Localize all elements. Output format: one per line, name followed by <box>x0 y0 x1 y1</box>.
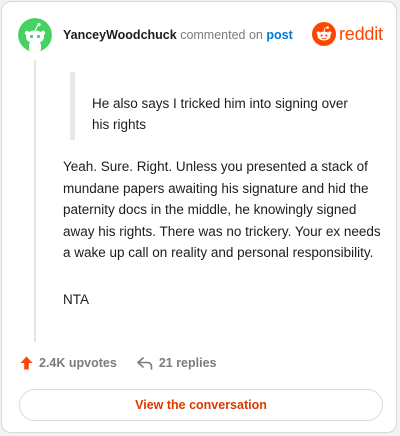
reddit-wordmark: reddit <box>339 23 383 44</box>
replies-button[interactable]: 21 replies <box>137 356 217 370</box>
username[interactable]: YanceyWoodchuck <box>63 28 177 42</box>
reply-count: 21 replies <box>158 356 217 370</box>
upvote-arrow-icon <box>20 356 33 370</box>
reddit-logo[interactable]: reddit <box>312 22 383 46</box>
comment-header: YanceyWoodchuck commented on post <box>63 28 293 42</box>
post-link[interactable]: post <box>266 28 292 42</box>
comment-card: YanceyWoodchuck commented on post reddit… <box>1 1 397 433</box>
snoo-avatar-icon <box>18 18 52 52</box>
reddit-snoo-icon <box>312 22 336 46</box>
upvote-count: 2.4K upvotes <box>39 356 117 370</box>
quote-bar <box>70 72 75 140</box>
view-conversation-button[interactable]: View the conversation <box>19 389 383 421</box>
avatar[interactable] <box>18 18 52 52</box>
upvote-button[interactable]: 2.4K upvotes <box>20 356 117 370</box>
commented-label: commented on <box>180 28 263 42</box>
comment-body: Yeah. Sure. Right. Unless you presented … <box>63 159 381 260</box>
quoted-text: He also says I tricked him into signing … <box>92 96 348 132</box>
reply-arrow-icon <box>137 356 153 370</box>
comment-footer: 2.4K upvotes 21 replies <box>20 356 217 370</box>
thread-line <box>34 60 36 342</box>
comment-verdict: NTA <box>63 292 89 307</box>
